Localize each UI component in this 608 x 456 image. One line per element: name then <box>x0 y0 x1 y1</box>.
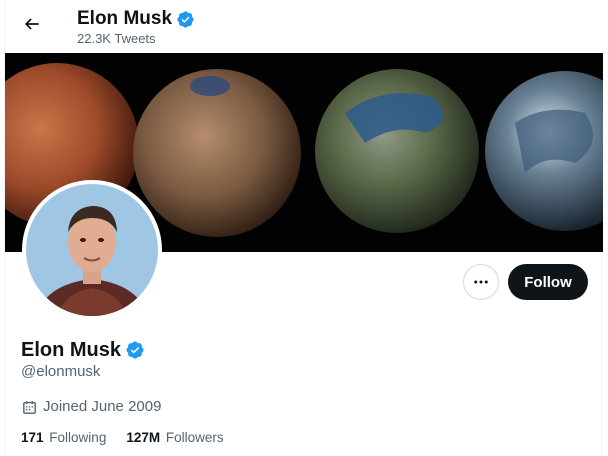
header-title-block: Elon Musk 22.3K Tweets <box>77 8 195 47</box>
following-link[interactable]: 171 Following <box>21 429 106 447</box>
followers-count: 127M <box>126 430 161 445</box>
verified-badge-icon[interactable] <box>125 340 145 360</box>
joined-date: Joined June 2009 <box>43 398 162 415</box>
profile-name: Elon Musk <box>21 339 122 361</box>
follow-button[interactable]: Follow <box>508 264 588 300</box>
tweet-count: 22.3K Tweets <box>77 31 156 46</box>
calendar-icon <box>23 400 36 414</box>
followers-label: Followers <box>165 430 224 445</box>
back-button[interactable] <box>17 9 47 39</box>
follow-stats: 171 Following 127M Followers <box>21 429 224 447</box>
following-count: 171 <box>21 430 44 445</box>
verified-badge-icon <box>177 10 194 28</box>
header-name: Elon Musk <box>77 8 173 29</box>
profile-handle: @elonmusk <box>21 363 101 380</box>
joined-date-row: Joined June 2009 <box>21 397 161 417</box>
followers-link[interactable]: 127M Followers <box>126 429 223 447</box>
more-options-button[interactable] <box>463 264 499 300</box>
following-label: Following <box>49 430 107 445</box>
profile-page: Elon Musk 22.3K Tweets Follow Elon Musk … <box>4 0 603 456</box>
arrow-left-icon <box>24 18 39 30</box>
more-horizontal-icon <box>474 280 488 284</box>
profile-avatar[interactable] <box>22 180 162 320</box>
avatar-image <box>26 184 158 316</box>
profile-name-row: Elon Musk <box>21 338 145 362</box>
profile-header-bar: Elon Musk 22.3K Tweets <box>5 0 603 53</box>
